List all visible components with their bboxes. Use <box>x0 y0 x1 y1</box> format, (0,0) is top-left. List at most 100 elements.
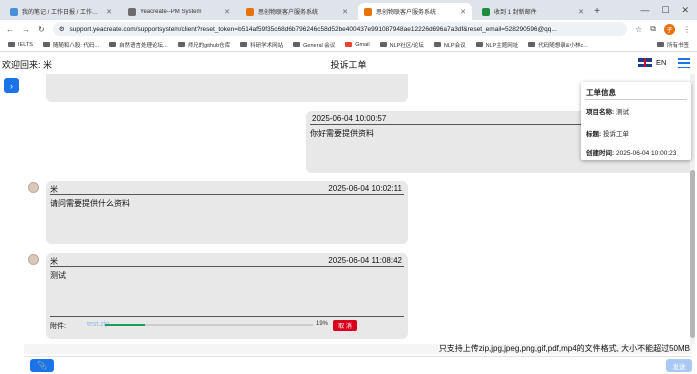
created-time-row: 创建时间: 2025-06-04 10:00:23 <box>586 150 677 157</box>
folder-icon <box>528 42 536 47</box>
all-bookmarks[interactable]: 所有书签 <box>656 41 689 49</box>
browser-tab[interactable]: 思创物联客户服务系统 ✕ <box>240 3 354 20</box>
bookmark-item[interactable]: NLP会议 <box>433 41 466 49</box>
folder-icon <box>42 42 50 47</box>
bookmark-item[interactable]: 代码随想录&小林c... <box>528 41 588 49</box>
bookmark-item[interactable]: 师兄的github仓库 <box>177 41 230 49</box>
scrollbar-thumb[interactable] <box>690 170 695 338</box>
message-sender: 米 <box>50 257 58 266</box>
folder-icon <box>8 42 15 47</box>
folder-icon <box>433 42 441 47</box>
message-input[interactable] <box>58 359 658 372</box>
attachment-row: 附件: test.zip 19% 取 消 <box>50 320 357 331</box>
folder-icon <box>109 42 117 47</box>
bookmark-item[interactable]: 科研学术网站 <box>240 41 283 49</box>
expand-sidebar-button[interactable]: › <box>4 78 19 93</box>
message-header: 米 2025-06-04 11:08:42 <box>50 256 404 267</box>
message-time: 2025-06-04 11:08:42 <box>328 256 402 265</box>
tab-title: 收到 1 封新邮件 <box>494 10 537 16</box>
bookmark-item[interactable]: NLP社区/论坛 <box>379 41 424 49</box>
tab-favicon-icon <box>482 7 490 16</box>
folder-icon <box>177 42 185 47</box>
url-text: support.yeacreate.com/supportsystem/clie… <box>69 25 557 33</box>
tab-title: 思创物联客户服务系统 <box>376 10 437 16</box>
user-avatar <box>28 182 39 193</box>
folder-icon <box>379 42 387 47</box>
window-close-icon[interactable]: ✕ <box>681 5 689 16</box>
bookmarks-bar: IELTS 随随和八股: 代码... 自然语言处理论坛... 师兄的github… <box>0 38 697 52</box>
close-icon[interactable]: ✕ <box>224 8 230 16</box>
close-icon[interactable]: ✕ <box>342 8 348 16</box>
upload-notice: 只支持上传zip,jpg,jpeg,png,gif,pdf,mp4的文件格式, … <box>24 344 692 354</box>
message-text: 你好需要提供资料 <box>310 129 374 138</box>
page-title: 投诉工单 <box>330 60 367 70</box>
more-menu-icon[interactable]: ⋮ <box>683 25 691 34</box>
tab-favicon-icon <box>128 7 136 16</box>
folder-icon <box>293 42 301 47</box>
back-icon[interactable]: ← <box>6 25 14 34</box>
browser-tab-active[interactable]: 思创物联客户服务系统 ✕ <box>358 3 472 20</box>
tab-favicon-icon <box>246 7 254 16</box>
bookmark-item[interactable]: 随随和八股: 代码... <box>42 41 99 49</box>
extensions-icon[interactable]: ⧉ <box>650 24 656 34</box>
maximize-icon[interactable]: ☐ <box>661 5 669 16</box>
window-controls: — ☐ ✕ <box>640 0 697 20</box>
forward-icon[interactable]: → <box>22 25 30 34</box>
project-row: 项目名称: 测试 <box>586 109 629 116</box>
divider <box>50 316 404 317</box>
message-header: 米 2025-06-04 10:02:11 <box>50 184 404 195</box>
browser-tab-bar: 我的笔记 / 工作日报 / 工作日报 ✕ Yeacreate--PM Syste… <box>0 0 697 20</box>
language-label: EN <box>656 58 667 67</box>
close-icon[interactable]: ✕ <box>460 8 466 16</box>
gmail-icon <box>345 42 353 47</box>
language-switch[interactable]: EN <box>638 58 666 67</box>
bookmark-item[interactable]: 自然语言处理论坛... <box>109 41 168 49</box>
panel-title: 工单信息 <box>586 88 616 97</box>
bookmark-item[interactable]: IELTS <box>8 42 33 48</box>
message-text: 请问需要提供什么资料 <box>50 199 130 208</box>
address-bar[interactable]: ⚙ support.yeacreate.com/supportsystem/cl… <box>52 22 628 36</box>
message-composer: 📎 发送 <box>24 356 692 372</box>
message-text: 测试 <box>50 271 66 280</box>
new-tab-button[interactable]: + <box>590 3 604 20</box>
browser-tab[interactable]: 我的笔记 / 工作日报 / 工作日报 ✕ <box>4 3 118 20</box>
reload-icon[interactable]: ↻ <box>38 25 45 34</box>
subject-row: 标题: 投诉工单 <box>586 131 629 138</box>
browser-tab[interactable]: 收到 1 封新邮件 ✕ <box>476 3 590 20</box>
bookmark-item[interactable]: Gmail <box>345 42 370 48</box>
tab-title: 我的笔记 / 工作日报 / 工作日报 <box>22 10 103 16</box>
folder-icon <box>475 42 483 47</box>
message-time: 2025-06-04 10:02:11 <box>328 184 402 193</box>
message-time: 2025-06-04 10:00:57 <box>312 114 387 123</box>
upload-progress-bar <box>105 324 313 326</box>
bookmark-item[interactable]: NLP主题网址 <box>475 41 518 49</box>
upload-percent: 19% <box>316 321 329 327</box>
close-icon[interactable]: ✕ <box>106 8 112 16</box>
tab-favicon-icon <box>364 7 372 16</box>
upload-progress-fill <box>105 324 145 326</box>
user-avatar <box>28 254 39 265</box>
bookmark-item[interactable]: General 会议 <box>293 41 335 49</box>
divider <box>585 99 687 100</box>
tab-favicon-icon <box>10 7 18 16</box>
browser-tab[interactable]: Yeacreate--PM System ✕ <box>122 3 236 20</box>
attach-file-button[interactable]: 📎 <box>30 359 54 372</box>
site-info-icon[interactable]: ⚙ <box>59 25 65 33</box>
cancel-upload-button[interactable]: 取 消 <box>333 320 357 331</box>
app-header: 欢迎回来: 米 投诉工单 EN <box>0 54 697 74</box>
send-button[interactable]: 发送 <box>666 359 692 372</box>
tab-title: Yeacreate--PM System <box>140 8 202 15</box>
message-bubble <box>46 74 408 102</box>
message-sender: 米 <box>50 185 58 194</box>
message-bubble: 米 2025-06-04 10:02:11 请问需要提供什么资料 <box>46 181 408 244</box>
message-bubble: 米 2025-06-04 11:08:42 测试 附件: test.zip 19… <box>46 253 408 339</box>
folder-icon <box>240 42 248 47</box>
folder-icon <box>656 42 664 47</box>
hamburger-menu-icon[interactable] <box>678 58 690 68</box>
ticket-info-panel: 工单信息 项目名称: 测试 标题: 投诉工单 创建时间: 2025-06-04 … <box>581 82 691 160</box>
profile-avatar[interactable]: 子 <box>664 23 675 35</box>
minimize-icon[interactable]: — <box>640 5 649 15</box>
close-icon[interactable]: ✕ <box>578 8 584 16</box>
browser-toolbar: ← → ↻ ⚙ support.yeacreate.com/supportsys… <box>0 20 697 38</box>
bookmark-star-icon[interactable]: ☆ <box>635 25 642 34</box>
